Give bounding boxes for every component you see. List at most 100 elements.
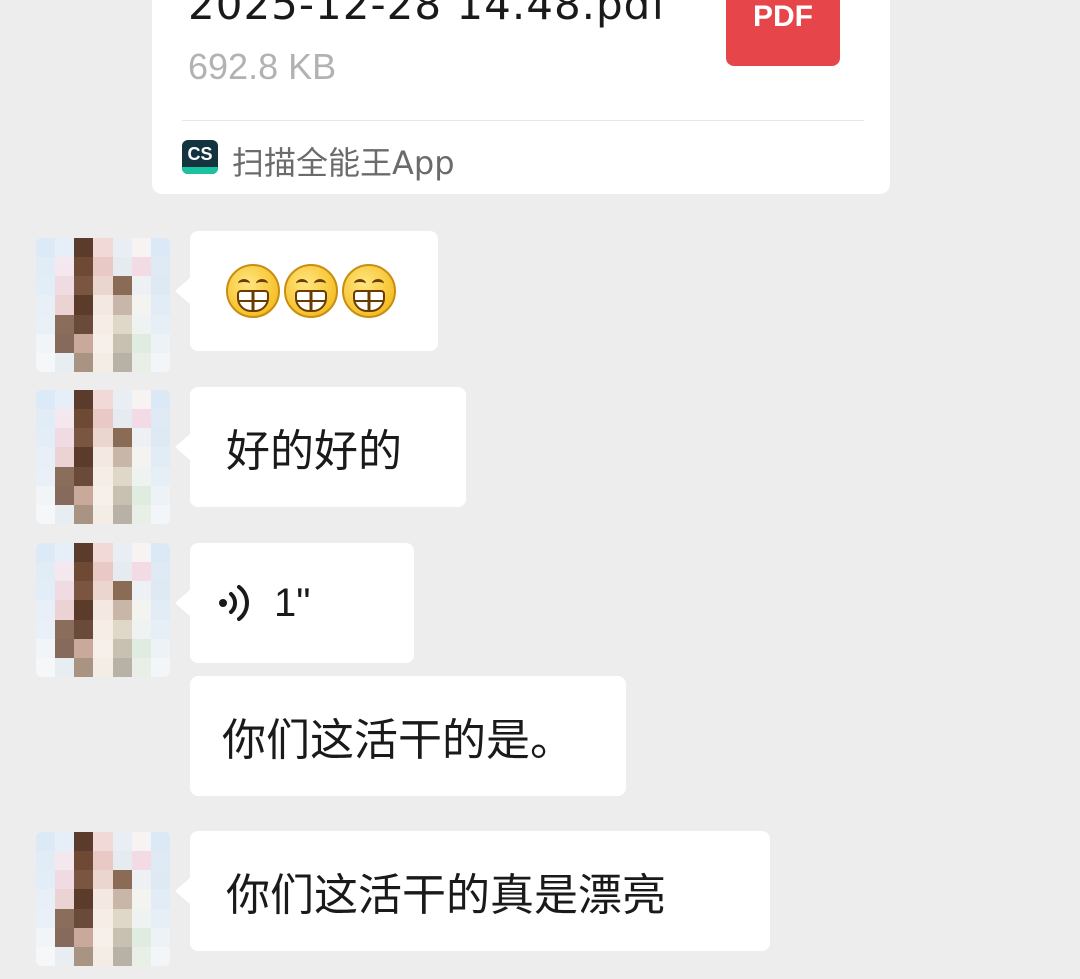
avatar-pixel (131, 638, 151, 658)
avatar-pixel (93, 314, 113, 334)
avatar-pixel (36, 581, 56, 601)
avatar-pixel (36, 600, 56, 620)
avatar-pixel (93, 927, 113, 947)
avatar-pixel (55, 390, 75, 410)
avatar-pixel (131, 352, 151, 372)
avatar-pixel (55, 889, 75, 909)
avatar-pixel (112, 946, 132, 966)
voice-duration: 1" (274, 580, 311, 625)
avatar-pixel (93, 447, 113, 467)
avatar[interactable] (36, 390, 170, 524)
avatar-pixel (150, 889, 170, 909)
avatar-pixel (150, 638, 170, 658)
avatar-pixel (36, 908, 56, 928)
avatar-pixel (93, 908, 113, 928)
avatar-pixel (112, 543, 132, 563)
message-bubble-text[interactable]: 你们这活干的真是漂亮 (175, 831, 770, 951)
avatar-pixel (74, 333, 94, 353)
avatar-pixel (55, 504, 75, 524)
avatar-pixel (55, 870, 75, 890)
avatar-pixel (112, 851, 132, 871)
avatar-pixel (55, 295, 75, 315)
avatar-pixel (131, 447, 151, 467)
avatar-pixel (131, 870, 151, 890)
voice-message-bubble[interactable]: 1" (175, 543, 414, 663)
avatar-pixel (74, 238, 94, 258)
message-bubble-emoji[interactable] (175, 231, 438, 351)
avatar-pixel (93, 832, 113, 852)
avatar-pixel (55, 908, 75, 928)
avatar-pixel (36, 619, 56, 639)
avatar-pixel (131, 851, 151, 871)
avatar-pixel (150, 333, 170, 353)
avatar-pixel (131, 657, 151, 677)
message-bubble-text[interactable]: 好的好的 (175, 387, 466, 507)
avatar-pixel (93, 238, 113, 258)
voice-wave-icon (218, 583, 252, 623)
avatar-pixel (36, 832, 56, 852)
avatar-pixel (150, 390, 170, 410)
avatar-pixel (131, 927, 151, 947)
avatar-pixel (150, 657, 170, 677)
avatar-pixel (131, 581, 151, 601)
source-app-name[interactable]: 扫描全能王App (232, 138, 455, 184)
avatar-pixel (36, 889, 56, 909)
avatar-pixel (131, 832, 151, 852)
avatar-pixel (131, 409, 151, 429)
avatar[interactable] (36, 832, 170, 966)
avatar-pixel (131, 276, 151, 296)
avatar-pixel (112, 333, 132, 353)
avatar-pixel (112, 276, 132, 296)
avatar-pixel (112, 638, 132, 658)
avatar-pixel (112, 428, 132, 448)
avatar-pixel (74, 409, 94, 429)
avatar-pixel (112, 485, 132, 505)
app-icon-label: CS (187, 143, 213, 164)
avatar-pixel (112, 889, 132, 909)
avatar-pixel (74, 851, 94, 871)
avatar-pixel (93, 851, 113, 871)
avatar-pixel (36, 238, 56, 258)
file-message-card[interactable]: 2025-12-28 14.48.pdf 692.8 KB PDF CS 扫描全… (152, 0, 890, 194)
avatar-pixel (112, 314, 132, 334)
avatar-pixel (55, 352, 75, 372)
avatar-pixel (131, 390, 151, 410)
avatar-pixel (93, 870, 113, 890)
avatar-pixel (36, 851, 56, 871)
avatar-pixel (36, 870, 56, 890)
avatar-pixel (74, 889, 94, 909)
avatar-pixel (74, 485, 94, 505)
avatar-pixel (36, 543, 56, 563)
avatar-pixel (74, 504, 94, 524)
avatar-pixel (112, 600, 132, 620)
avatar-pixel (131, 238, 151, 258)
avatar-pixel (36, 466, 56, 486)
avatar-pixel (131, 333, 151, 353)
avatar-pixel (93, 333, 113, 353)
grinning-emoji-icon (342, 264, 396, 318)
avatar-pixel (112, 657, 132, 677)
avatar-pixel (36, 447, 56, 467)
avatar-pixel (93, 466, 113, 486)
avatar-pixel (112, 927, 132, 947)
pdf-badge-label: PDF (753, 0, 813, 33)
avatar-pixel (93, 946, 113, 966)
message-bubble-text[interactable]: 你们这活干的是。 (190, 676, 626, 796)
avatar-pixel (93, 562, 113, 582)
message-text: 好的好的 (226, 426, 402, 477)
avatar-pixel (36, 504, 56, 524)
avatar-pixel (112, 504, 132, 524)
avatar-pixel (74, 600, 94, 620)
avatar[interactable] (36, 238, 170, 372)
avatar[interactable] (36, 543, 170, 677)
avatar-pixel (55, 600, 75, 620)
grinning-emoji-icon (284, 264, 338, 318)
avatar-pixel (55, 946, 75, 966)
avatar-pixel (150, 276, 170, 296)
avatar-pixel (150, 409, 170, 429)
emoji-group (226, 264, 396, 318)
avatar-pixel (36, 295, 56, 315)
avatar-pixel (150, 946, 170, 966)
avatar-pixel (55, 619, 75, 639)
avatar-pixel (36, 390, 56, 410)
